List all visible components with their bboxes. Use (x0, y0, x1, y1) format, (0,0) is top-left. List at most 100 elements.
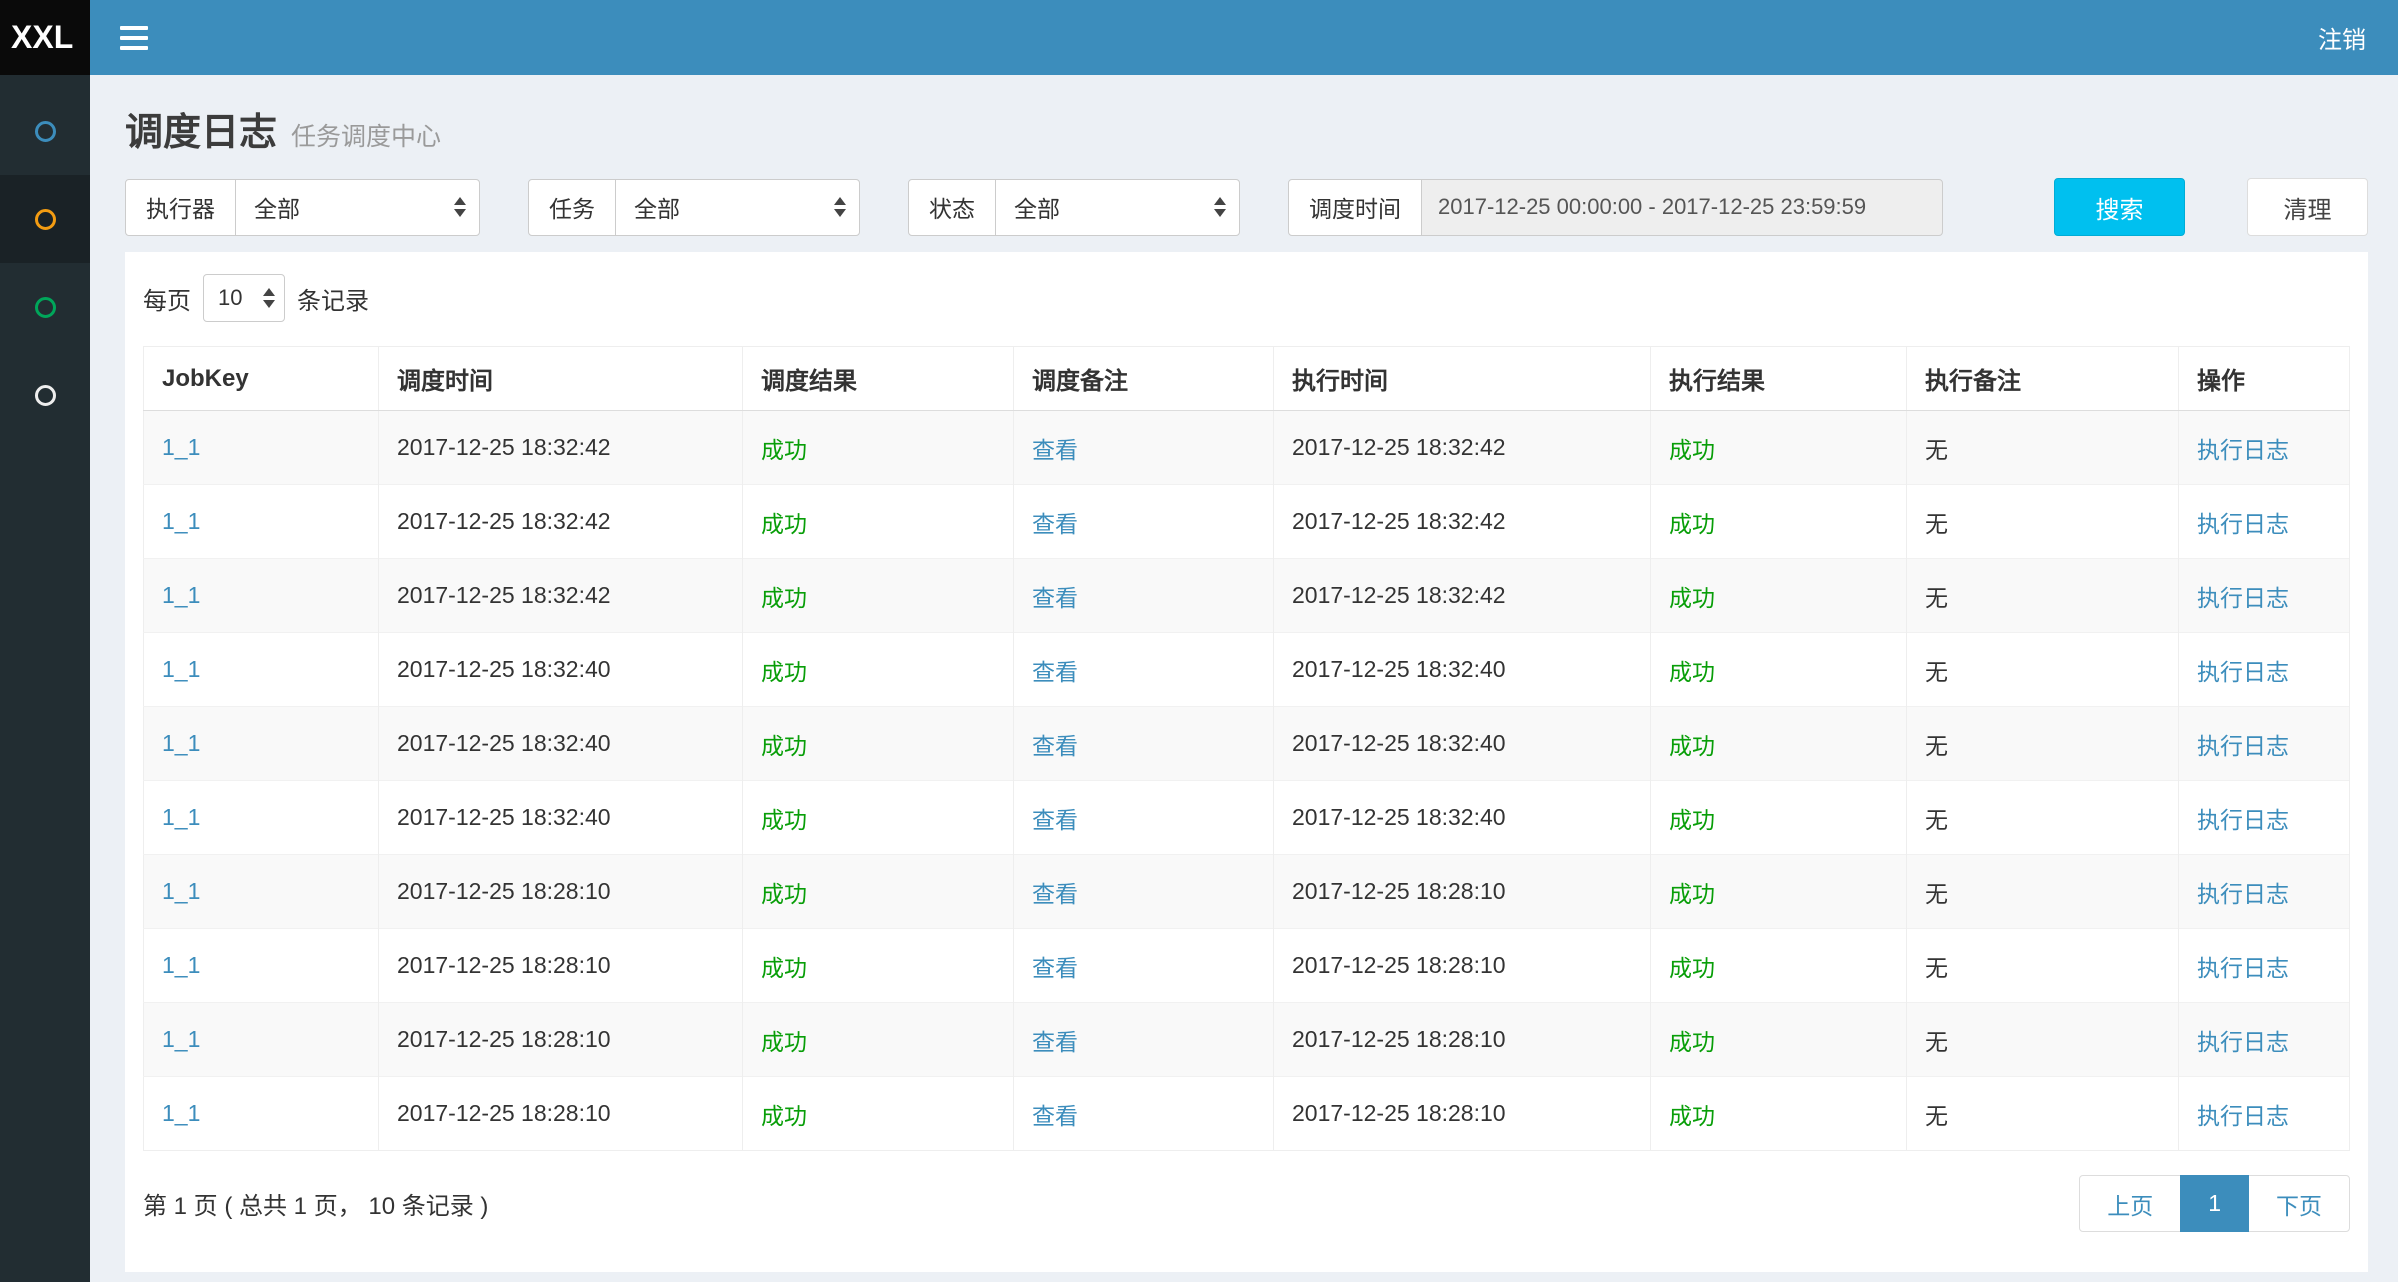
select-arrows-icon (263, 288, 275, 308)
job-filter-select[interactable]: 全部 (615, 179, 860, 236)
page-1-button[interactable]: 1 (2180, 1175, 2249, 1232)
page-size-select[interactable]: 10 (203, 274, 285, 322)
jobkey-link-cell: 1_1 (144, 855, 379, 929)
exec-log-link[interactable]: 执行日志 (2197, 585, 2289, 611)
jobkey-link[interactable]: 1_1 (162, 730, 200, 756)
jobkey-link[interactable]: 1_1 (162, 878, 200, 904)
trigger-msg-link[interactable]: 查看 (1032, 659, 1078, 685)
trigger-msg-link[interactable]: 查看 (1032, 511, 1078, 537)
exec-log-link-cell: 执行日志 (2179, 707, 2350, 781)
sidebar-item-4[interactable] (0, 351, 90, 439)
exec-log-link[interactable]: 执行日志 (2197, 955, 2289, 981)
table-row: 1_12017-12-25 18:28:10成功查看2017-12-25 18:… (144, 1077, 2350, 1151)
sidebar-toggle-button[interactable] (90, 0, 178, 75)
jobkey-link[interactable]: 1_1 (162, 952, 200, 978)
jobkey-link[interactable]: 1_1 (162, 1026, 200, 1052)
exec-log-link-cell: 执行日志 (2179, 855, 2350, 929)
job-filter-label: 任务 (528, 179, 616, 236)
trigger-result-cell: 成功 (743, 633, 1014, 707)
handle-msg: 无 (1925, 1029, 1948, 1055)
search-button[interactable]: 搜索 (2054, 178, 2185, 236)
handle-result-cell: 成功 (1651, 411, 1907, 485)
select-arrows-icon (454, 197, 466, 217)
handle-time: 2017-12-25 18:28:10 (1292, 1100, 1506, 1126)
page-subtitle: 任务调度中心 (291, 117, 441, 153)
handle-result: 成功 (1669, 585, 1715, 611)
table-row: 1_12017-12-25 18:32:40成功查看2017-12-25 18:… (144, 781, 2350, 855)
trigger-msg-link-cell: 查看 (1014, 411, 1274, 485)
jobkey-link[interactable]: 1_1 (162, 1100, 200, 1126)
prev-page-button[interactable]: 上页 (2079, 1175, 2181, 1232)
trigger-msg-link[interactable]: 查看 (1032, 1103, 1078, 1129)
exec-log-link[interactable]: 执行日志 (2197, 881, 2289, 907)
trigger-msg-link[interactable]: 查看 (1032, 807, 1078, 833)
exec-log-link-cell: 执行日志 (2179, 1003, 2350, 1077)
sidebar-item-2[interactable] (0, 175, 90, 263)
exec-log-link[interactable]: 执行日志 (2197, 807, 2289, 833)
exec-log-link-cell: 执行日志 (2179, 485, 2350, 559)
handle-result: 成功 (1669, 807, 1715, 833)
trigger-msg-link[interactable]: 查看 (1032, 585, 1078, 611)
jobkey-link-cell: 1_1 (144, 1003, 379, 1077)
status-filter-select[interactable]: 全部 (995, 179, 1240, 236)
filter-bar: 执行器 全部 任务 全部 状态 全部 (125, 178, 2368, 236)
status-filter-value: 全部 (1014, 190, 1060, 224)
trigger-msg-link[interactable]: 查看 (1032, 881, 1078, 907)
trigger-msg-link-cell: 查看 (1014, 633, 1274, 707)
handle-result: 成功 (1669, 659, 1715, 685)
next-page-button[interactable]: 下页 (2248, 1175, 2350, 1232)
handle-time: 2017-12-25 18:28:10 (1292, 952, 1506, 978)
table-header-row: JobKey调度时间调度结果调度备注执行时间执行结果执行备注操作 (144, 347, 2350, 411)
exec-log-link[interactable]: 执行日志 (2197, 511, 2289, 537)
trigger-time: 2017-12-25 18:32:40 (397, 804, 611, 830)
trigger-result: 成功 (761, 659, 807, 685)
trigger-result-cell: 成功 (743, 411, 1014, 485)
table-row: 1_12017-12-25 18:28:10成功查看2017-12-25 18:… (144, 855, 2350, 929)
trigger-msg-link[interactable]: 查看 (1032, 437, 1078, 463)
handle-result: 成功 (1669, 733, 1715, 759)
trigger-time-range-input[interactable] (1421, 179, 1943, 236)
page-size-prefix: 每页 (143, 281, 191, 316)
trigger-msg-link[interactable]: 查看 (1032, 733, 1078, 759)
jobkey-link[interactable]: 1_1 (162, 434, 200, 460)
exec-log-link[interactable]: 执行日志 (2197, 733, 2289, 759)
exec-log-link[interactable]: 执行日志 (2197, 1029, 2289, 1055)
handle-result-cell: 成功 (1651, 781, 1907, 855)
handle-result-cell: 成功 (1651, 855, 1907, 929)
trigger-result-cell: 成功 (743, 559, 1014, 633)
exec-log-link-cell: 执行日志 (2179, 781, 2350, 855)
trigger-result: 成功 (761, 585, 807, 611)
exec-log-link[interactable]: 执行日志 (2197, 1103, 2289, 1129)
jobkey-link[interactable]: 1_1 (162, 508, 200, 534)
jobkey-link[interactable]: 1_1 (162, 582, 200, 608)
jobkey-link-cell: 1_1 (144, 559, 379, 633)
handle-msg-cell: 无 (1907, 781, 2179, 855)
handle-msg: 无 (1925, 659, 1948, 685)
trigger-msg-link[interactable]: 查看 (1032, 955, 1078, 981)
circle-icon (35, 121, 56, 142)
column-header: 执行时间 (1274, 347, 1651, 411)
pagination-summary: 第 1 页 ( 总共 1 页， 10 条记录 ) (143, 1186, 488, 1221)
jobkey-link[interactable]: 1_1 (162, 804, 200, 830)
page-title: 调度日志 (125, 101, 277, 156)
circle-icon (35, 297, 56, 318)
exec-log-link[interactable]: 执行日志 (2197, 659, 2289, 685)
app-logo[interactable]: XXL (0, 0, 90, 75)
handle-time: 2017-12-25 18:32:42 (1292, 582, 1506, 608)
sidebar-item-3[interactable] (0, 263, 90, 351)
sidebar-item-1[interactable] (0, 87, 90, 175)
handle-result-cell: 成功 (1651, 485, 1907, 559)
executor-filter-select[interactable]: 全部 (235, 179, 480, 236)
content-header: 调度日志 任务调度中心 (125, 75, 2368, 178)
exec-log-link[interactable]: 执行日志 (2197, 437, 2289, 463)
table-row: 1_12017-12-25 18:32:40成功查看2017-12-25 18:… (144, 707, 2350, 781)
handle-result-cell: 成功 (1651, 633, 1907, 707)
clear-button[interactable]: 清理 (2247, 178, 2368, 236)
jobkey-link[interactable]: 1_1 (162, 656, 200, 682)
hamburger-icon (120, 26, 148, 50)
jobkey-link-cell: 1_1 (144, 707, 379, 781)
trigger-msg-link[interactable]: 查看 (1032, 1029, 1078, 1055)
trigger-time-cell: 2017-12-25 18:32:40 (379, 707, 743, 781)
trigger-time: 2017-12-25 18:28:10 (397, 878, 611, 904)
logout-link[interactable]: 注销 (2286, 0, 2398, 75)
